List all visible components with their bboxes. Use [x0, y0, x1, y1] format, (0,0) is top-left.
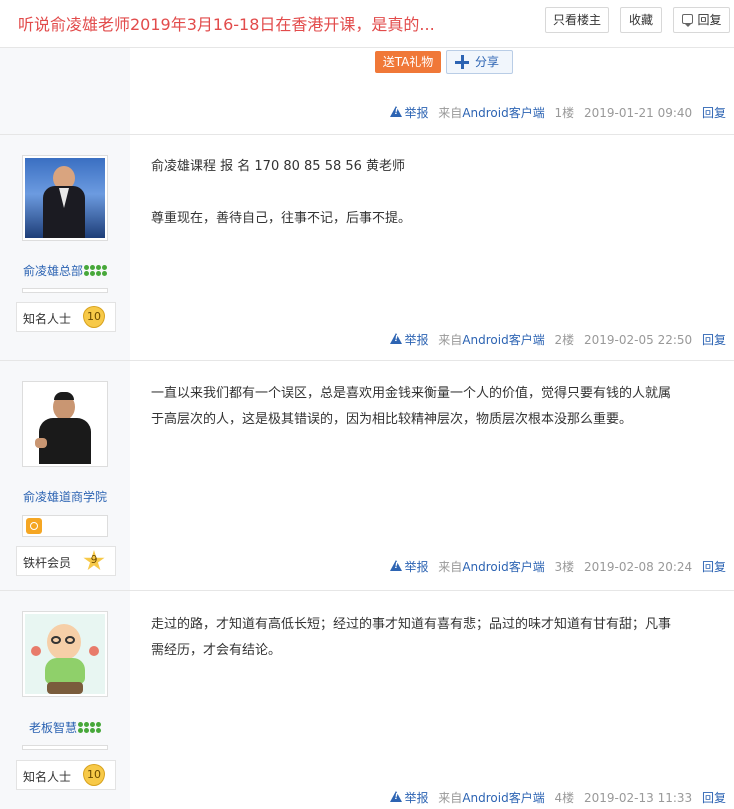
avatar[interactable] [22, 381, 108, 467]
floor-number: 4楼 [554, 791, 575, 805]
post-time: 2019-02-05 22:50 [584, 333, 693, 347]
user-name[interactable]: 俞凌雄道商学院 [0, 488, 130, 505]
level-badge-icon: 10 [83, 764, 105, 786]
avatar[interactable] [22, 611, 108, 697]
only-op-button[interactable]: 只看楼主 [545, 7, 609, 33]
plus-icon [455, 55, 469, 69]
post-line: 走过的路，才知道有高低长短；经过的事才知道有喜有悲；品过的味才知道有甘有甜；凡事 [151, 617, 672, 632]
report-link[interactable]: 举报 [390, 331, 428, 348]
warning-icon [390, 333, 403, 344]
source-link[interactable]: Android客户端 [462, 106, 544, 120]
reply-button-label: 回复 [697, 13, 722, 27]
level-badge-icon: 9 [83, 550, 105, 571]
send-gift-button[interactable]: 送TA礼物 [375, 51, 441, 73]
source-link[interactable]: Android客户端 [462, 560, 544, 574]
post-line: 尊重现在，善待自己，往事不记，后事不提。 [151, 211, 412, 226]
report-link[interactable]: 举报 [390, 104, 428, 121]
floor-number: 2楼 [554, 333, 575, 347]
floor-number: 3楼 [554, 560, 575, 574]
post-source: 来自Android客户端 [438, 560, 545, 574]
level-badge-icon: 10 [83, 306, 105, 328]
post-line: 于高层次的人，这是极其错误的，因为相比较精神层次，物质层次根本没那么重要。 [151, 412, 633, 427]
clover-icon [84, 265, 95, 276]
post-source: 来自Android客户端 [438, 333, 545, 347]
level-title: 知名人士 [23, 312, 72, 326]
post-source: 来自Android客户端 [438, 791, 545, 805]
post-meta: 举报 来自Android客户端 3楼 2019-02-08 20:24 回复 [384, 558, 726, 574]
favorite-button[interactable]: 收藏 [620, 7, 662, 33]
level-title: 知名人士 [23, 770, 72, 784]
honor-badge-icon [26, 518, 42, 534]
share-button[interactable]: 分享 [446, 50, 513, 74]
honor-bar [22, 288, 108, 293]
post-meta: 举报 来自Android客户端 2楼 2019-02-05 22:50 回复 [384, 331, 726, 347]
post-time: 2019-01-21 09:40 [584, 106, 693, 120]
warning-icon [390, 106, 403, 117]
post-line-blank [151, 180, 721, 206]
clover-icon [96, 265, 107, 276]
clover-icon [90, 722, 101, 733]
divider [0, 134, 734, 135]
thread-title[interactable]: 听说俞凌雄老师2019年3月16-18日在香港开课，是真的... [18, 11, 538, 35]
thread-header: 听说俞凌雄老师2019年3月16-18日在香港开课，是真的... 只看楼主 收藏… [0, 0, 734, 48]
post-reply-link[interactable]: 回复 [702, 789, 726, 806]
post-line: 俞凌雄课程 报 名 170 80 85 58 56 黄老师 [151, 159, 406, 174]
member-level[interactable]: 铁杆会员 9 [16, 546, 116, 576]
source-link[interactable]: Android客户端 [462, 791, 544, 805]
honor-bar [22, 515, 108, 537]
post-content: 俞凌雄课程 报 名 170 80 85 58 56 黄老师 尊重现在，善待自己，… [151, 154, 721, 232]
divider [0, 590, 734, 591]
source-link[interactable]: Android客户端 [462, 333, 544, 347]
post-meta: 举报 来自Android客户端 1楼 2019-01-21 09:40 回复 [384, 104, 726, 120]
post-meta: 举报 来自Android客户端 4楼 2019-02-13 11:33 回复 [384, 789, 726, 805]
post-reply-link[interactable]: 回复 [702, 331, 726, 348]
honor-bar [22, 745, 108, 750]
post-source: 来自Android客户端 [438, 106, 545, 120]
report-link[interactable]: 举报 [390, 789, 428, 806]
post-reply-link[interactable]: 回复 [702, 558, 726, 575]
user-name[interactable]: 俞凌雄总部 [0, 262, 130, 279]
divider [0, 360, 734, 361]
report-link[interactable]: 举报 [390, 558, 428, 575]
warning-icon [390, 791, 403, 802]
post-reply-link[interactable]: 回复 [702, 104, 726, 121]
reply-button[interactable]: 回复 [673, 7, 730, 33]
avatar[interactable] [22, 155, 108, 241]
post-time: 2019-02-13 11:33 [584, 791, 693, 805]
post-content: 一直以来我们都有一个误区，总是喜欢用金钱来衡量一个人的价值，觉得只要有钱的人就属… [151, 381, 721, 433]
post-content: 走过的路，才知道有高低长短；经过的事才知道有喜有悲；品过的味才知道有甘有甜；凡事… [151, 612, 721, 664]
share-label: 分享 [475, 55, 500, 69]
comment-icon [682, 14, 693, 27]
warning-icon [390, 560, 403, 571]
floor-number: 1楼 [554, 106, 575, 120]
member-level[interactable]: 知名人士 10 [16, 760, 116, 790]
post-line: 需经历，才会有结论。 [151, 643, 282, 658]
clover-icon [78, 722, 89, 733]
post-time: 2019-02-08 20:24 [584, 560, 693, 574]
user-name[interactable]: 老板智慧 [0, 719, 130, 736]
member-level[interactable]: 知名人士 10 [16, 302, 116, 332]
level-title: 铁杆会员 [23, 556, 72, 570]
post-line: 一直以来我们都有一个误区，总是喜欢用金钱来衡量一个人的价值，觉得只要有钱的人就属 [151, 386, 672, 401]
